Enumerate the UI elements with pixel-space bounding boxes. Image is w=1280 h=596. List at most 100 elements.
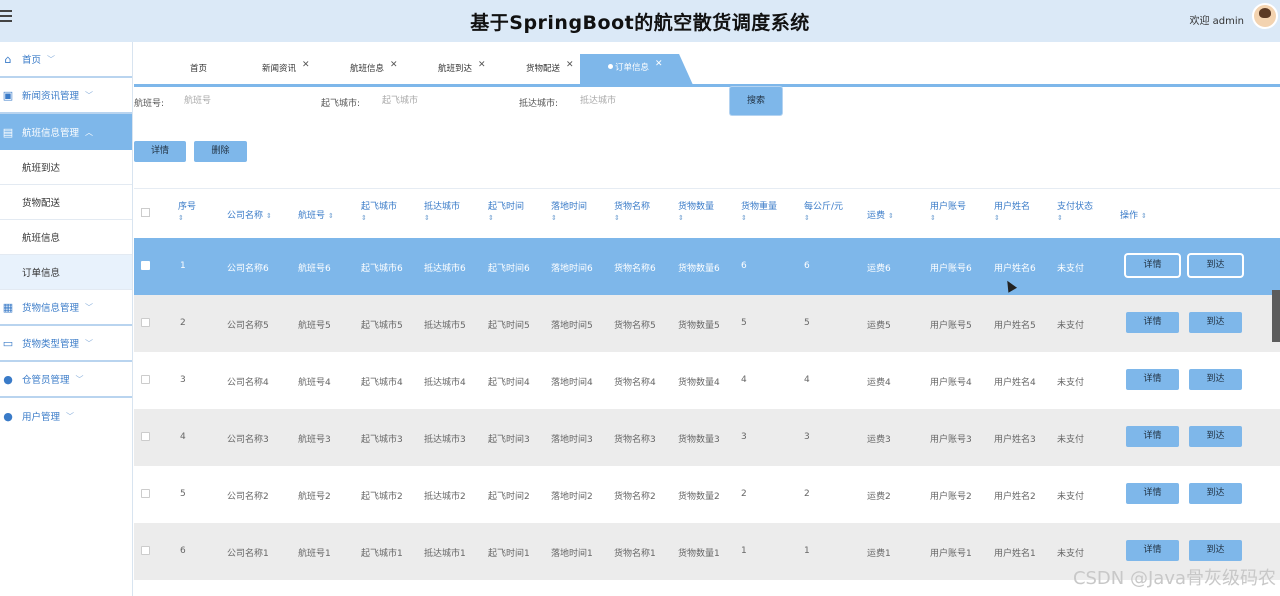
sort-icon[interactable]: ⇕ bbox=[178, 214, 196, 222]
row-detail-button[interactable]: 详情 bbox=[1126, 255, 1179, 276]
sort-icon[interactable]: ⇕ bbox=[741, 214, 777, 222]
sort-icon[interactable]: ⇕ bbox=[994, 214, 1030, 222]
row-arrive-button[interactable]: 到达 bbox=[1189, 540, 1242, 561]
sort-icon[interactable]: ⇕ bbox=[614, 214, 650, 222]
table-cell: 公司名称4 bbox=[227, 378, 269, 388]
row-checkbox[interactable] bbox=[141, 546, 150, 555]
col-header[interactable]: 公司名称 ⇕ bbox=[227, 208, 272, 221]
col-label: 每公斤/元 bbox=[804, 202, 844, 212]
col-header[interactable]: 支付状态 ⇕ bbox=[1057, 199, 1093, 222]
news-icon: ▣ bbox=[2, 88, 14, 102]
col-header[interactable]: 运费 ⇕ bbox=[867, 208, 894, 221]
row-arrive-button[interactable]: 到达 bbox=[1189, 483, 1242, 504]
row-arrive-button[interactable]: 到达 bbox=[1189, 369, 1242, 390]
sort-icon[interactable]: ⇕ bbox=[804, 214, 843, 222]
table-row[interactable]: 2 公司名称5 航班号5 起飞城市5 抵达城市5 起飞时间5 落地时间5 货物名称5 货物数量5… bbox=[134, 295, 1280, 352]
row-checkbox[interactable] bbox=[141, 318, 150, 327]
table-cell: 航班号5 bbox=[298, 321, 331, 331]
col-header[interactable]: 用户姓名 ⇕ bbox=[994, 199, 1030, 222]
col-header[interactable]: 起飞时间 ⇕ bbox=[488, 199, 524, 222]
col-header[interactable]: 货物数量 ⇕ bbox=[678, 199, 714, 222]
col-label: 公司名称 bbox=[227, 211, 264, 221]
search-button[interactable]: 搜索 bbox=[730, 87, 782, 115]
sidebar-item-warehouse[interactable]: ● 仓管员管理 ﹀ bbox=[0, 362, 132, 398]
tab-flight-info[interactable]: 航班信息 ✕ bbox=[350, 60, 398, 84]
sidebar-sub-flight-arrive[interactable]: 航班到达 bbox=[0, 150, 132, 185]
sidebar-sub-flight-info[interactable]: 航班信息 bbox=[0, 220, 132, 255]
col-header[interactable]: 用户账号 ⇕ bbox=[930, 199, 966, 222]
row-checkbox[interactable] bbox=[141, 489, 150, 498]
table-cell: 用户姓名6 bbox=[994, 264, 1036, 274]
table-row[interactable]: 3 公司名称4 航班号4 起飞城市4 抵达城市4 起飞时间4 落地时间4 货物名称4 货物数量4… bbox=[134, 352, 1280, 409]
table-cell: 货物数量3 bbox=[678, 435, 720, 445]
sidebar-item-news[interactable]: ▣ 新闻资讯管理 ﹀ bbox=[0, 78, 132, 114]
tab-home[interactable]: 首页 bbox=[190, 60, 207, 84]
table-cell: 公司名称3 bbox=[227, 435, 269, 445]
sidebar-item-category[interactable]: ▭ 货物类型管理 ﹀ bbox=[0, 326, 132, 362]
row-checkbox[interactable] bbox=[141, 261, 150, 270]
sort-icon[interactable]: ⇕ bbox=[678, 214, 714, 222]
close-icon[interactable]: ✕ bbox=[390, 60, 398, 70]
close-icon[interactable]: ✕ bbox=[302, 60, 310, 70]
col-header[interactable]: 序号 ⇕ bbox=[178, 199, 196, 222]
row-detail-button[interactable]: 详情 bbox=[1126, 540, 1179, 561]
table-row[interactable]: 1 公司名称6 航班号6 起飞城市6 抵达城市6 起飞时间6 落地时间6 货物名称6 货物数量6… bbox=[134, 238, 1280, 295]
row-detail-button[interactable]: 详情 bbox=[1126, 426, 1179, 447]
col-header[interactable]: 货物重量 ⇕ bbox=[741, 199, 777, 222]
row-detail-button[interactable]: 详情 bbox=[1126, 483, 1179, 504]
table-cell: 5 bbox=[804, 318, 810, 328]
table-row[interactable]: 4 公司名称3 航班号3 起飞城市3 抵达城市3 起飞时间3 落地时间3 货物名称3 货物数量3… bbox=[134, 409, 1280, 466]
sidebar-sub-cargo-delivery[interactable]: 货物配送 bbox=[0, 185, 132, 220]
avatar[interactable] bbox=[1252, 3, 1278, 29]
sidebar-item-flight[interactable]: ▤ 航班信息管理 ︿ bbox=[0, 114, 132, 150]
sort-icon[interactable]: ⇕ bbox=[930, 214, 966, 222]
sort-icon[interactable]: ⇕ bbox=[424, 214, 460, 222]
sidebar-item-users[interactable]: ● 用户管理 ﹀ bbox=[0, 398, 132, 434]
table-cell: 4 bbox=[180, 432, 186, 442]
delete-button[interactable]: 删除 bbox=[194, 141, 247, 162]
close-icon[interactable]: ✕ bbox=[655, 59, 663, 69]
col-header[interactable]: 每公斤/元 ⇕ bbox=[804, 199, 843, 222]
sort-icon[interactable]: ⇕ bbox=[488, 214, 524, 222]
row-arrive-button[interactable]: 到达 bbox=[1189, 255, 1242, 276]
detail-button[interactable]: 详情 bbox=[134, 141, 186, 162]
row-checkbox[interactable] bbox=[141, 375, 150, 384]
table-body: 1 公司名称6 航班号6 起飞城市6 抵达城市6 起飞时间6 落地时间6 货物名称6 货物数量6… bbox=[134, 238, 1280, 580]
tab-order-info[interactable]: 订单信息 ✕ bbox=[580, 54, 693, 84]
col-label: 用户账号 bbox=[930, 202, 967, 212]
table-row[interactable]: 5 公司名称2 航班号2 起飞城市2 抵达城市2 起飞时间2 落地时间2 货物名称2 货物数量2… bbox=[134, 466, 1280, 523]
tab-flight-arrive[interactable]: 航班到达 ✕ bbox=[438, 60, 486, 84]
depart-city-input[interactable] bbox=[382, 92, 492, 110]
sidebar-sub-order-info[interactable]: 订单信息 bbox=[0, 255, 132, 290]
col-header[interactable]: 起飞城市 ⇕ bbox=[361, 199, 397, 222]
flight-no-input[interactable] bbox=[184, 92, 294, 110]
scrollbar[interactable] bbox=[1272, 290, 1280, 342]
col-header[interactable]: 货物名称 ⇕ bbox=[614, 199, 650, 222]
close-icon[interactable]: ✕ bbox=[478, 60, 486, 70]
row-arrive-button[interactable]: 到达 bbox=[1189, 426, 1242, 447]
row-detail-button[interactable]: 详情 bbox=[1126, 312, 1179, 333]
sidebar-item-home[interactable]: ⌂ 首页 ﹀ bbox=[0, 42, 132, 78]
row-detail-button[interactable]: 详情 bbox=[1126, 369, 1179, 390]
col-header[interactable]: 落地时间 ⇕ bbox=[551, 199, 587, 222]
sort-icon[interactable]: ⇕ bbox=[888, 212, 894, 220]
table-cell: 运费4 bbox=[867, 378, 891, 388]
sort-icon[interactable]: ⇕ bbox=[551, 214, 587, 222]
col-header[interactable]: 抵达城市 ⇕ bbox=[424, 199, 460, 222]
sort-icon[interactable]: ⇕ bbox=[1057, 214, 1093, 222]
table-cell: 4 bbox=[741, 375, 747, 385]
tab-cargo-delivery[interactable]: 货物配送 ✕ bbox=[526, 60, 574, 84]
col-header[interactable]: 航班号 ⇕ bbox=[298, 208, 334, 221]
sort-icon[interactable]: ⇕ bbox=[328, 212, 334, 220]
select-all-checkbox[interactable] bbox=[141, 208, 150, 217]
row-arrive-button[interactable]: 到达 bbox=[1189, 312, 1242, 333]
arrive-city-input[interactable] bbox=[580, 92, 690, 110]
sort-icon[interactable]: ⇕ bbox=[266, 212, 272, 220]
sort-icon[interactable]: ⇕ bbox=[361, 214, 397, 222]
close-icon[interactable]: ✕ bbox=[566, 60, 574, 70]
tab-news[interactable]: 新闻资讯 ✕ bbox=[262, 60, 310, 84]
sort-icon[interactable]: ⇕ bbox=[1141, 212, 1147, 220]
sidebar-item-cargo[interactable]: ▦ 货物信息管理 ﹀ bbox=[0, 290, 132, 326]
row-checkbox[interactable] bbox=[141, 432, 150, 441]
col-header[interactable]: 操作 ⇕ bbox=[1120, 208, 1147, 221]
